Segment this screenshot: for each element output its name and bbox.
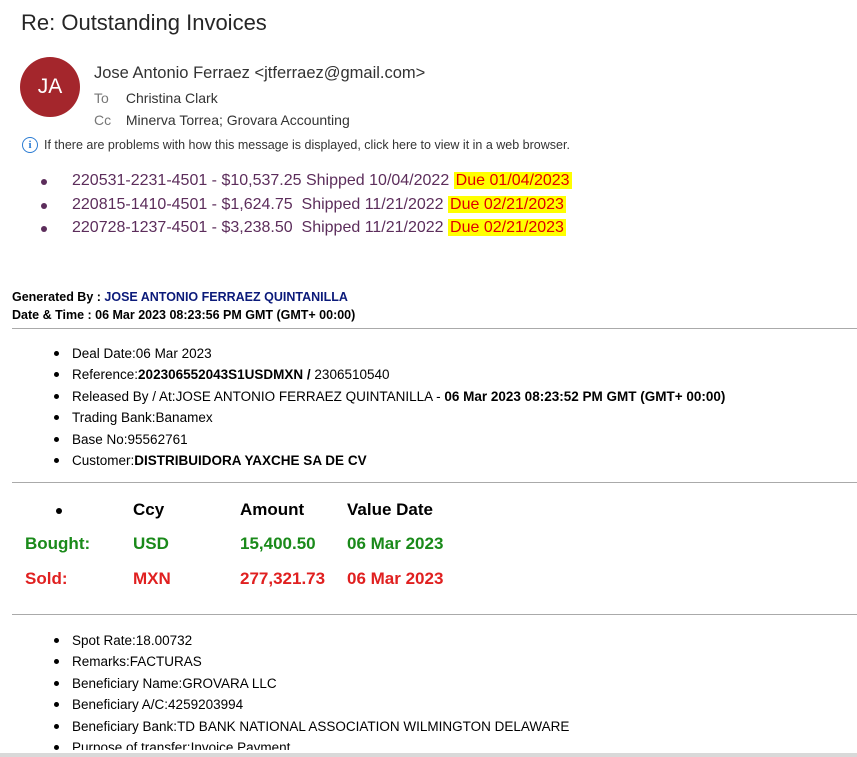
bullet-icon — [54, 680, 59, 686]
list-item: Customer:DISTRIBUIDORA YAXCHE SA DE CV — [54, 450, 725, 471]
divider — [12, 328, 857, 329]
base-no-value: 95562761 — [127, 431, 188, 447]
released-name: JOSE ANTONIO FERRAEZ QUINTANILLA - — [175, 388, 445, 404]
reference-rest: 2306510540 — [314, 367, 390, 383]
bullet-icon — [54, 702, 59, 708]
cc-recipients[interactable]: Minerva Torrea; Grovara Accounting — [126, 112, 350, 128]
released-label: Released By / At: — [72, 388, 176, 404]
invoice-text: 220531-2231-4501 - $10,537.25 Shipped 10… — [72, 172, 450, 189]
bought-label: Bought: — [25, 534, 91, 553]
base-no-label: Base No: — [72, 431, 128, 447]
list-item: 220815-1410-4501 - $1,624.75 Shipped 11/… — [40, 193, 572, 217]
info-icon: i — [22, 137, 38, 153]
bullet-icon — [54, 351, 59, 356]
customer-value: DISTRIBUIDORA YAXCHE SA DE CV — [134, 452, 367, 468]
beneficiary-name-label: Beneficiary Name: — [72, 675, 183, 691]
remarks-label: Remarks: — [72, 654, 130, 670]
bullet-icon — [56, 508, 62, 514]
released-time: 06 Mar 2023 08:23:52 PM GMT (GMT+ 00:00) — [444, 388, 726, 404]
due-date-highlight: Due 02/21/2023 — [448, 219, 566, 236]
fx-header-value-date: Value Date — [347, 500, 433, 519]
sold-value-date: 06 Mar 2023 — [347, 569, 444, 588]
bullet-icon — [54, 372, 59, 378]
due-date-highlight: Due 01/04/2023 — [453, 172, 572, 189]
bought-value-date: 06 Mar 2023 — [347, 534, 444, 553]
list-item: Beneficiary A/C:4259203994 — [54, 694, 569, 715]
email-subject: Re: Outstanding Invoices — [21, 10, 267, 35]
bullet-icon — [54, 723, 59, 729]
beneficiary-ac-value: 4259203994 — [168, 697, 244, 713]
info-bar[interactable]: i If there are problems with how this me… — [22, 137, 570, 153]
bullet-icon — [41, 226, 47, 232]
customer-label: Customer: — [72, 452, 135, 468]
beneficiary-bank-label: Beneficiary Bank: — [72, 718, 178, 734]
sender-address[interactable]: Jose Antonio Ferraez <jtferraez@gmail.co… — [94, 64, 425, 83]
sold-amount: 277,321.73 — [240, 569, 326, 588]
reference-label: Reference: — [72, 367, 139, 383]
beneficiary-ac-label: Beneficiary A/C: — [72, 697, 169, 713]
bought-ccy: USD — [133, 534, 169, 553]
sender-avatar[interactable]: JA — [20, 57, 80, 117]
bullet-icon — [41, 202, 47, 209]
list-item: Reference:202306552043S1USDMXN / 2306510… — [54, 364, 725, 385]
invoice-text: 220728-1237-4501 - $3,238.50 Shipped 11/… — [72, 219, 444, 236]
purpose-label: Purpose of transfer: — [72, 739, 191, 750]
list-item: 220728-1237-4501 - $3,238.50 Shipped 11/… — [40, 216, 572, 240]
due-date-highlight: Due 02/21/2023 — [448, 195, 566, 213]
beneficiary-name-value: GROVARA LLC — [182, 675, 277, 691]
bullet-icon — [41, 179, 47, 185]
list-item: Deal Date:06 Mar 2023 — [54, 343, 725, 364]
beneficiary-list: Spot Rate:18.00732 Remarks:FACTURAS Bene… — [54, 630, 569, 750]
bought-amount: 15,400.50 — [240, 534, 316, 553]
bullet-icon — [54, 744, 59, 750]
date-time-label: Date & Time : — [12, 308, 96, 322]
fx-header-ccy: Ccy — [133, 500, 165, 519]
invoice-text: 220815-1410-4501 - $1,624.75 Shipped 11/… — [72, 195, 444, 213]
info-bar-text[interactable]: If there are problems with how this mess… — [44, 138, 570, 152]
invoice-list: 220531-2231-4501 - $10,537.25 Shipped 10… — [40, 169, 572, 240]
sold-ccy: MXN — [133, 569, 171, 588]
deal-date-value: 06 Mar 2023 — [135, 346, 212, 361]
list-item: 220531-2231-4501 - $10,537.25 Shipped 10… — [40, 169, 572, 193]
trading-bank-label: Trading Bank: — [72, 410, 156, 426]
spot-rate-label: Spot Rate: — [72, 633, 136, 648]
list-item: Purpose of transfer:Invoice Payment — [54, 737, 569, 750]
list-item: Base No:95562761 — [54, 429, 725, 450]
deal-date-label: Deal Date: — [72, 346, 136, 361]
divider — [12, 482, 857, 483]
generated-by-label: Generated By : — [12, 290, 105, 304]
list-item: Beneficiary Bank:TD BANK NATIONAL ASSOCI… — [54, 716, 569, 737]
trading-bank-value: Banamex — [155, 410, 213, 426]
list-item: Beneficiary Name:GROVARA LLC — [54, 673, 569, 694]
to-label: To — [94, 90, 109, 106]
bullet-icon — [54, 659, 59, 665]
bullet-icon — [54, 457, 59, 463]
bullet-icon — [54, 393, 59, 399]
generated-block: Generated By : JOSE ANTONIO FERRAEZ QUIN… — [12, 288, 355, 324]
horizontal-scrollbar[interactable] — [0, 753, 857, 757]
divider — [12, 614, 857, 615]
purpose-value: Invoice Payment — [190, 739, 291, 750]
to-row: To Christina Clark — [94, 90, 218, 106]
cc-row: Cc Minerva Torrea; Grovara Accounting — [94, 112, 350, 128]
list-item: Remarks:FACTURAS — [54, 651, 569, 672]
spot-rate-value: 18.00732 — [135, 633, 193, 648]
fx-header-amount: Amount — [240, 500, 305, 519]
cc-label: Cc — [94, 112, 112, 128]
beneficiary-bank-value: TD BANK NATIONAL ASSOCIATION WILMINGTON … — [177, 718, 570, 734]
generated-by-value: JOSE ANTONIO FERRAEZ QUINTANILLA — [104, 290, 348, 304]
to-recipient[interactable]: Christina Clark — [126, 90, 218, 106]
reference-bold: 202306552043S1USDMXN / — [138, 367, 315, 383]
sold-label: Sold: — [25, 569, 68, 588]
list-item: Released By / At:JOSE ANTONIO FERRAEZ QU… — [54, 386, 725, 407]
list-item: Spot Rate:18.00732 — [54, 630, 569, 651]
remarks-value: FACTURAS — [129, 654, 202, 670]
bullet-icon — [54, 436, 59, 442]
deal-details-list: Deal Date:06 Mar 2023 Reference:20230655… — [54, 343, 725, 471]
date-time-value: 06 Mar 2023 08:23:56 PM GMT (GMT+ 00:00) — [95, 308, 356, 322]
list-item: Trading Bank:Banamex — [54, 407, 725, 428]
bullet-icon — [54, 415, 59, 421]
bullet-icon — [54, 638, 59, 643]
